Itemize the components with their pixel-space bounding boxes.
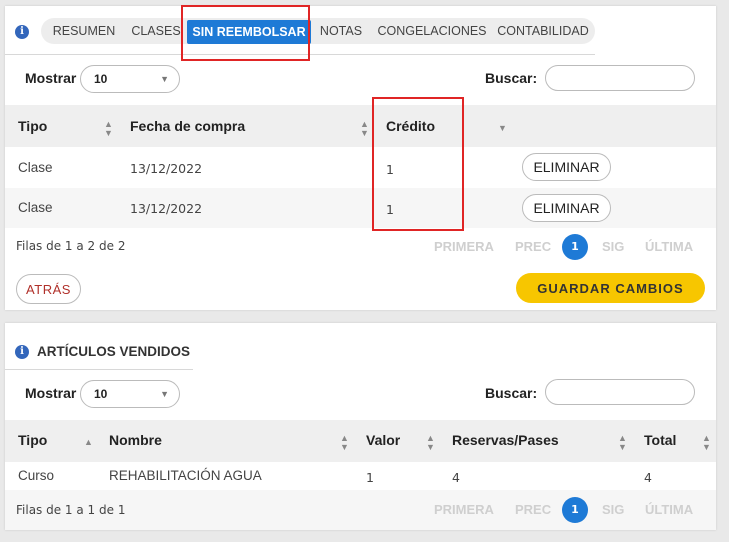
cell-credito: 1: [386, 162, 394, 177]
section-underline: [5, 369, 193, 370]
chevron-down-icon: ▼: [160, 74, 169, 84]
save-changes-button[interactable]: GUARDAR CAMBIOS: [516, 273, 705, 303]
sort-desc-icon[interactable]: ▼: [498, 124, 507, 133]
pager-next[interactable]: SIG: [602, 502, 624, 517]
column-tipo[interactable]: Tipo: [18, 432, 47, 448]
tab-resumen[interactable]: RESUMEN: [43, 18, 125, 44]
pager-prev[interactable]: PREC: [515, 502, 551, 517]
sort-icon[interactable]: ▲ ▼: [340, 434, 349, 452]
column-nombre[interactable]: Nombre: [109, 432, 162, 448]
tab-sin-reembolsar[interactable]: SIN REEMBOLSAR: [187, 20, 311, 44]
info-icon: i: [15, 345, 29, 359]
column-reservas[interactable]: Reservas/Pases: [452, 432, 559, 448]
rows-info: Filas de 1 a 2 de 2: [16, 239, 126, 253]
table-footer: Filas de 1 a 1 de 1 PRIMERA PREC 1 SIG Ú…: [5, 490, 716, 530]
table-header: Tipo ▲ ▼ Fecha de compra ▲ ▼ Crédito ▼: [5, 105, 716, 147]
back-button[interactable]: ATRÁS: [16, 274, 81, 304]
pager-prev[interactable]: PREC: [515, 239, 551, 254]
pager-last[interactable]: ÚLTIMA: [645, 502, 693, 517]
column-tipo[interactable]: Tipo: [18, 118, 47, 134]
show-label: Mostrar: [25, 385, 77, 401]
cell-fecha: 13/12/2022: [130, 201, 203, 216]
refunds-panel: i RESUMEN CLASES SIN REEMBOLSAR NOTAS CO…: [5, 5, 716, 310]
search-label: Buscar:: [485, 70, 538, 86]
cell-fecha: 13/12/2022: [130, 161, 203, 176]
search-label: Buscar:: [485, 385, 538, 401]
info-icon: i: [15, 25, 29, 39]
search-input[interactable]: [545, 65, 695, 91]
rows-per-page-value: 10: [94, 387, 108, 401]
sort-icon[interactable]: ▲ ▼: [426, 434, 435, 452]
delete-button[interactable]: ELIMINAR: [522, 153, 611, 181]
pager-current[interactable]: 1: [562, 234, 588, 260]
tab-contabilidad[interactable]: CONTABILIDAD: [493, 18, 593, 44]
rows-per-page-value: 10: [94, 72, 108, 86]
table-row: Clase 13/12/2022 1 ELIMINAR: [5, 147, 716, 188]
table-row: Curso REHABILITACIÓN AGUA 1 4 4: [5, 462, 716, 490]
pager-first[interactable]: PRIMERA: [434, 239, 494, 254]
cell-tipo: Clase: [18, 160, 53, 175]
pager-first[interactable]: PRIMERA: [434, 502, 494, 517]
cell-valor: 1: [366, 470, 374, 485]
cell-reservas: 4: [452, 470, 460, 485]
rows-per-page-select[interactable]: 10 ▼: [80, 65, 180, 93]
tab-bar: RESUMEN CLASES SIN REEMBOLSAR NOTAS CONG…: [41, 18, 595, 44]
cell-tipo: Curso: [18, 468, 55, 483]
sort-icon[interactable]: ▲ ▼: [104, 120, 113, 138]
sort-icon[interactable]: ▲ ▼: [618, 434, 627, 452]
tab-congelaciones[interactable]: CONGELACIONES: [371, 18, 493, 44]
tab-notas[interactable]: NOTAS: [311, 18, 371, 44]
rows-per-page-select[interactable]: 10 ▼: [80, 380, 180, 408]
column-credito[interactable]: Crédito: [386, 118, 435, 134]
pager-next[interactable]: SIG: [602, 239, 624, 254]
tab-clases[interactable]: CLASES: [125, 18, 187, 44]
cell-credito: 1: [386, 202, 394, 217]
delete-button[interactable]: ELIMINAR: [522, 194, 611, 222]
tab-underline: [5, 54, 595, 55]
cell-nombre: REHABILITACIÓN AGUA: [109, 468, 262, 483]
chevron-down-icon: ▼: [160, 389, 169, 399]
cell-total: 4: [644, 470, 652, 485]
sort-asc-icon[interactable]: ▲: [84, 438, 93, 447]
show-label: Mostrar: [25, 70, 77, 86]
table-header: Tipo ▲ Nombre ▲ ▼ Valor ▲ ▼ Reservas/Pases…: [5, 420, 716, 462]
pager-current[interactable]: 1: [562, 497, 588, 523]
column-fecha[interactable]: Fecha de compra: [130, 118, 245, 134]
sort-icon[interactable]: ▲ ▼: [702, 434, 711, 452]
pager-last[interactable]: ÚLTIMA: [645, 239, 693, 254]
sort-icon[interactable]: ▲ ▼: [360, 120, 369, 138]
section-title: ARTÍCULOS VENDIDOS: [37, 344, 191, 359]
cell-tipo: Clase: [18, 200, 53, 215]
sold-items-panel: i ARTÍCULOS VENDIDOS Mostrar 10 ▼ Buscar…: [5, 323, 716, 530]
rows-info: Filas de 1 a 1 de 1: [16, 503, 126, 517]
table-row: Clase 13/12/2022 1 ELIMINAR: [5, 188, 716, 228]
search-input[interactable]: [545, 379, 695, 405]
column-total[interactable]: Total: [644, 432, 676, 448]
column-valor[interactable]: Valor: [366, 432, 400, 448]
